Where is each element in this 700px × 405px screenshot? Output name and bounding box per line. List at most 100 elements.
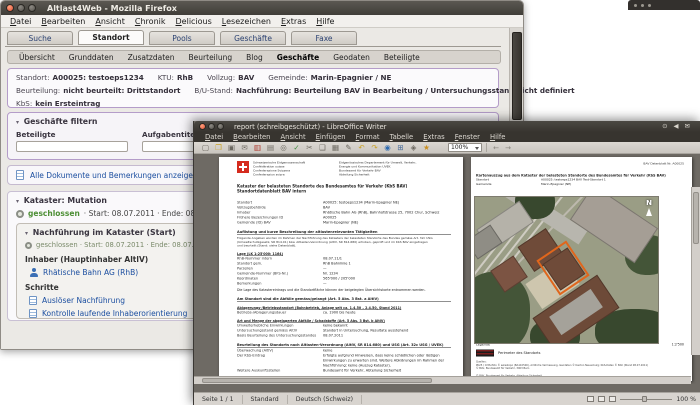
info-value: A00025: testoeps1234 bbox=[52, 73, 144, 82]
map-scale: 1:2'500 bbox=[671, 342, 684, 347]
background-panel-fragment bbox=[628, 0, 700, 10]
task-form-icon bbox=[29, 309, 37, 318]
back-arrow-icon[interactable]: ← bbox=[491, 144, 501, 152]
cut-icon[interactable]: ✂ bbox=[304, 143, 315, 153]
standort-info-box: Standort: A00025: testoeps1234 KTU: RhB Voll… bbox=[7, 68, 575, 108]
main-tab[interactable]: Standort bbox=[78, 30, 144, 45]
spelling-icon[interactable]: ✓ bbox=[291, 143, 302, 153]
table-icon[interactable]: ⊞ bbox=[395, 143, 406, 153]
menu-item[interactable]: Bearbeiten bbox=[228, 133, 275, 141]
inhaber-link[interactable]: Rhätische Bahn AG (RhB) bbox=[43, 268, 138, 277]
minimize-button[interactable] bbox=[208, 123, 215, 130]
menu-item[interactable]: Ansicht bbox=[276, 133, 311, 141]
status-text: geschlossen bbox=[28, 209, 80, 218]
statusbar-language[interactable]: Deutsch (Schweiz) bbox=[288, 394, 363, 404]
gallery-icon[interactable]: ★ bbox=[421, 143, 432, 153]
export-pdf-icon[interactable]: ▥ bbox=[252, 143, 263, 153]
menu-item[interactable]: Datei bbox=[200, 133, 228, 141]
menu-item[interactable]: Extras bbox=[418, 133, 450, 141]
scrollbar-thumb[interactable] bbox=[693, 192, 699, 244]
kv-row: Bemerkungen — bbox=[237, 281, 327, 286]
person-icon bbox=[29, 268, 38, 277]
menu-item[interactable]: Einfügen bbox=[311, 133, 351, 141]
mail-icon[interactable]: ✉ bbox=[685, 121, 690, 132]
scrollbar-thumb[interactable] bbox=[511, 32, 522, 120]
copy-icon[interactable]: ❑ bbox=[317, 143, 328, 153]
step-link[interactable]: Auslöser Nachführung bbox=[42, 296, 197, 305]
map-kv-rows: Standort A00025: testoeps1234 BAV Test-St… bbox=[476, 178, 684, 187]
hyperlink-icon[interactable]: ◉ bbox=[382, 143, 393, 153]
status-gear-icon bbox=[25, 241, 32, 249]
menu-item[interactable]: Ansicht bbox=[90, 17, 130, 26]
volume-icon[interactable]: ◀ bbox=[674, 121, 679, 132]
multi-page-view-icon[interactable] bbox=[598, 396, 606, 402]
sub-tab[interactable]: Grunddaten bbox=[62, 53, 121, 62]
save-icon[interactable]: ▣ bbox=[226, 143, 237, 153]
writer-titlebar[interactable]: report (schreibgeschützt) - LibreOffice … bbox=[194, 121, 700, 132]
report-title-line-2: Standortdatenblatt BAV intern bbox=[237, 189, 307, 194]
single-page-view-icon[interactable] bbox=[587, 396, 595, 402]
maximize-button[interactable] bbox=[217, 123, 224, 130]
swiss-cross-logo bbox=[237, 161, 249, 173]
info-value: BAV bbox=[238, 73, 255, 82]
sub-tab[interactable]: Beurteilung bbox=[182, 53, 240, 62]
sub-tab[interactable]: Geodaten bbox=[326, 53, 377, 62]
main-tab[interactable]: Suche bbox=[7, 31, 73, 45]
all-documents-link[interactable]: Alle Dokumente und Bemerkungen anzeigen bbox=[30, 171, 198, 180]
undo-icon[interactable]: ↶ bbox=[356, 143, 367, 153]
menu-item[interactable]: Fenster bbox=[450, 133, 485, 141]
menu-item[interactable]: Format bbox=[351, 133, 385, 141]
clock-icon[interactable]: ⊙ bbox=[662, 121, 667, 132]
menu-item[interactable]: Datei bbox=[5, 17, 36, 26]
writer-horizontal-scrollbar[interactable] bbox=[194, 376, 691, 384]
firefox-titlebar[interactable]: Altlast4Web - Mozilla Firefox bbox=[1, 1, 523, 15]
scrollbar-thumb[interactable] bbox=[202, 378, 432, 383]
info-row-3: KbS: kein Ersteintrag bbox=[16, 99, 490, 108]
zoom-slider-thumb[interactable] bbox=[642, 396, 648, 402]
kv-row: Betriebs-/Ablagerungsdauer ca. 1900 bis h… bbox=[237, 310, 356, 315]
main-tab[interactable]: Pools bbox=[149, 31, 215, 45]
menu-item[interactable]: Lesezeichen bbox=[217, 17, 276, 26]
print-icon[interactable]: ▤ bbox=[265, 143, 276, 153]
sub-tab[interactable]: Geschäfte bbox=[270, 53, 327, 62]
step-link[interactable]: Kontrolle laufende Inhaberorientierung bbox=[42, 309, 197, 318]
format-paintbrush-icon[interactable]: ✎ bbox=[343, 143, 354, 153]
sub-tab[interactable]: Zusatzdaten bbox=[121, 53, 182, 62]
menu-item[interactable]: Hilfe bbox=[311, 17, 339, 26]
email-icon[interactable]: ✉ bbox=[239, 143, 250, 153]
statusbar-style[interactable]: Standard bbox=[243, 394, 288, 404]
menu-item[interactable]: Tabelle bbox=[385, 133, 419, 141]
sub-tab[interactable]: Übersicht bbox=[12, 53, 62, 62]
page-preview-icon[interactable]: ◎ bbox=[278, 143, 289, 153]
filter-field-input[interactable] bbox=[16, 141, 128, 152]
writer-vertical-scrollbar[interactable] bbox=[691, 187, 700, 355]
legend-item-label: Perimeter des Standorts bbox=[498, 351, 541, 355]
zoom-combobox[interactable]: 100% bbox=[448, 143, 482, 152]
forward-arrow-icon[interactable]: → bbox=[503, 144, 513, 152]
filter-field-label: Beteiligte bbox=[16, 130, 56, 139]
open-icon[interactable]: ❐ bbox=[213, 143, 224, 153]
main-tab[interactable]: Faxe bbox=[291, 31, 357, 45]
menu-item[interactable]: Chronik bbox=[130, 17, 171, 26]
close-button[interactable] bbox=[6, 4, 14, 12]
menu-item[interactable]: Hilfe bbox=[485, 133, 510, 141]
menu-item[interactable]: Bearbeiten bbox=[36, 17, 90, 26]
sub-tab[interactable]: Beteiligte bbox=[377, 53, 427, 62]
paste-icon[interactable]: ▦ bbox=[330, 143, 341, 153]
sub-status-text: geschlossen · Start: 08.07.2011 · Ende: … bbox=[36, 241, 212, 249]
find-icon[interactable]: ◈ bbox=[408, 143, 419, 153]
minimize-button[interactable] bbox=[17, 4, 25, 12]
window-title: report (schreibgeschützt) - LibreOffice … bbox=[234, 122, 387, 131]
menu-item[interactable]: Extras bbox=[276, 17, 311, 26]
new-document-icon[interactable]: ▢ bbox=[200, 143, 211, 153]
sub-tab[interactable]: Blog bbox=[239, 53, 270, 62]
kv-row: Basis Beurteilung des Untersuchungsstand… bbox=[237, 333, 344, 338]
redo-icon[interactable]: ↷ bbox=[369, 143, 380, 153]
maximize-button[interactable] bbox=[28, 4, 36, 12]
close-button[interactable] bbox=[199, 123, 206, 130]
book-view-icon[interactable] bbox=[609, 396, 617, 402]
zoom-slider[interactable] bbox=[620, 395, 673, 403]
menu-item[interactable]: Delicious bbox=[171, 17, 217, 26]
panel-indicators: ⊙ ◀ ✉ bbox=[662, 121, 690, 132]
main-tab[interactable]: Geschäfte bbox=[220, 31, 286, 45]
